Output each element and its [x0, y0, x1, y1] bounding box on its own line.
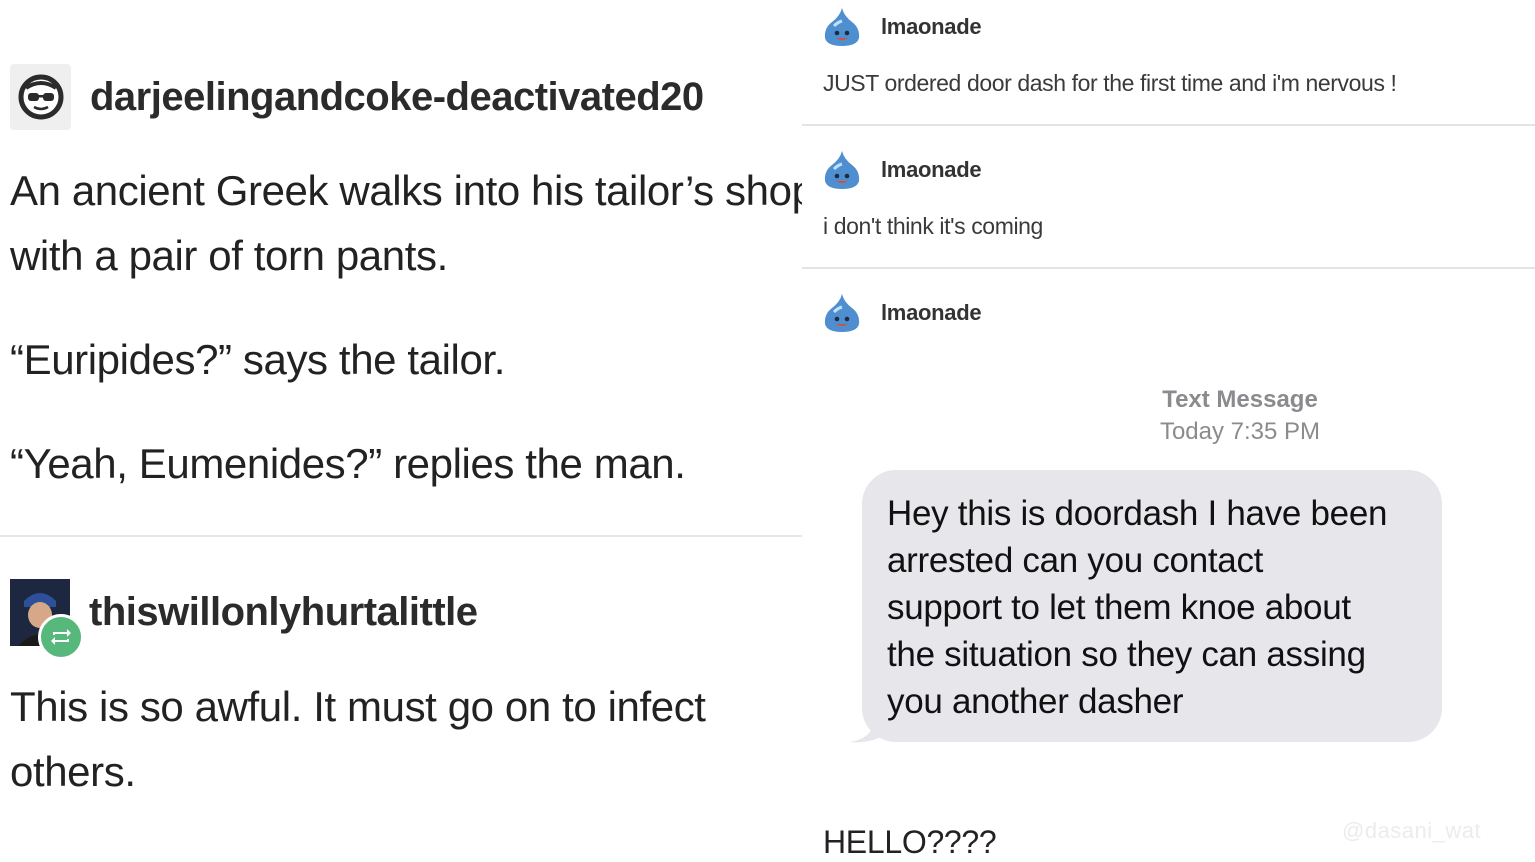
tumblr-thread: darjeelingandcoke-deactivated20 An ancie… [0, 0, 815, 862]
post-divider [0, 535, 802, 537]
chat-message-header: lmaonade [822, 6, 982, 48]
sms-bubble-line: the situation so they can assing [887, 635, 1366, 674]
blue-slime-icon[interactable] [822, 6, 862, 48]
post-body-line: This is so awful. It must go on to infec… [10, 683, 706, 730]
post-body-line: An ancient Greek walks into his tailor’s… [10, 167, 815, 214]
user-photo-avatar[interactable] [10, 579, 84, 660]
blue-slime-icon[interactable] [822, 149, 862, 191]
sms-bubble-line: Hey this is doordash I have been [887, 494, 1388, 533]
chat-panel: lmaonade JUST ordered door dash for the … [802, 0, 1535, 862]
sunglasses-face-icon[interactable] [10, 64, 71, 130]
watermark: @dasani_wat [1342, 818, 1482, 843]
chat-message-header: lmaonade [822, 292, 982, 334]
chat-message-text: JUST ordered door dash for the first tim… [823, 70, 1397, 96]
chat-divider [802, 124, 1535, 126]
post-username[interactable]: darjeelingandcoke-deactivated20 [90, 75, 704, 120]
sms-label: Text Message [1162, 386, 1318, 413]
reblog-icon [38, 614, 84, 660]
sms-meta: Text Message Today 7:35 PM [1122, 384, 1358, 448]
chat-username[interactable]: lmaonade [881, 14, 982, 40]
post-body-line: “Euripides?” says the tailor. [10, 336, 505, 383]
post-body-line: “Yeah, Eumenides?” replies the man. [10, 440, 686, 487]
sms-bubble-line: you another dasher [887, 682, 1184, 721]
chat-message-text: i don't think it's coming [823, 213, 1043, 239]
chat-message-header: lmaonade [822, 149, 982, 191]
chat-username[interactable]: lmaonade [881, 157, 982, 183]
post-username[interactable]: thiswillonlyhurtalittle [89, 590, 478, 635]
post-body-line: with a pair of torn pants. [10, 232, 448, 279]
post-header-1: darjeelingandcoke-deactivated20 [10, 64, 704, 130]
sms-timestamp: Today 7:35 PM [1159, 418, 1321, 445]
sms-bubble-line: support to let them knoe about [887, 588, 1351, 627]
sms-bubble: Hey this is doordash I have been arreste… [862, 470, 1442, 742]
chat-username[interactable]: lmaonade [881, 300, 982, 326]
chat-divider [802, 267, 1535, 269]
screenshot-root: darjeelingandcoke-deactivated20 An ancie… [0, 0, 1535, 862]
post-body-line: others. [10, 748, 136, 795]
post-header-2: thiswillonlyhurtalittle [10, 579, 478, 660]
sms-bubble-line: arrested can you contact [887, 541, 1264, 580]
blue-slime-icon[interactable] [822, 292, 862, 334]
footer-text: HELLO???? [823, 824, 997, 860]
